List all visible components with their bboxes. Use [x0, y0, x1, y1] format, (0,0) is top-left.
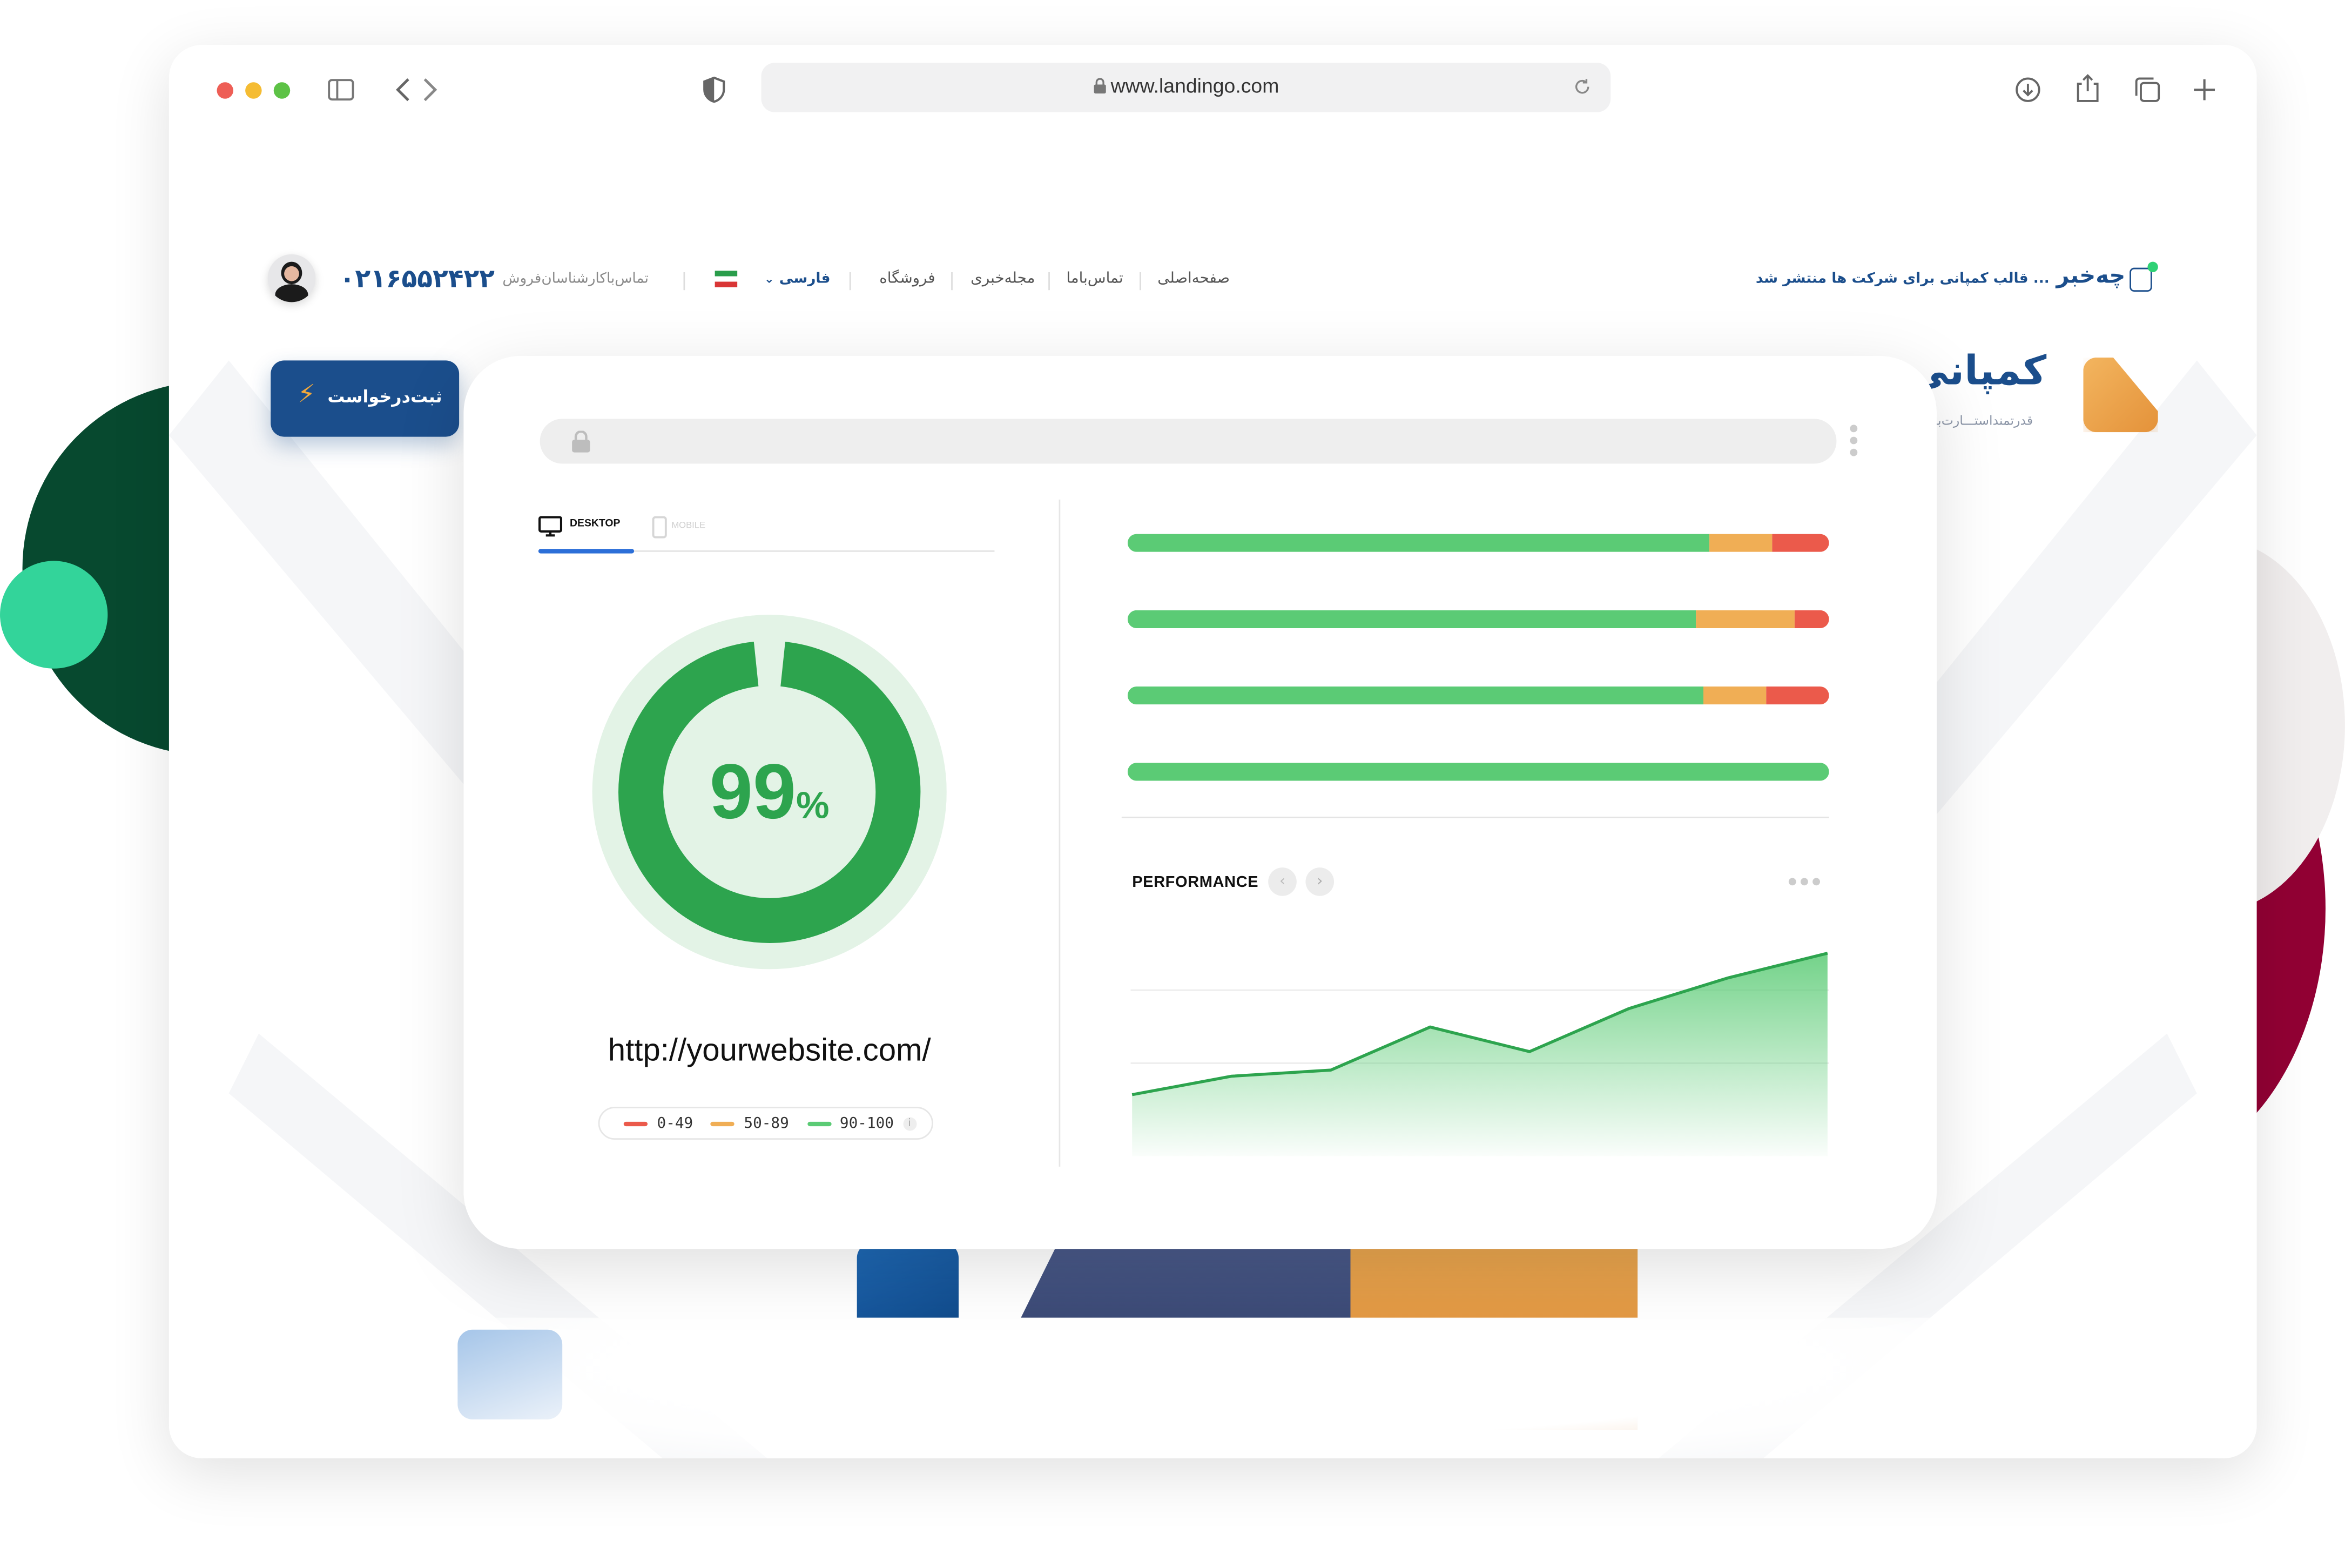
tab-active-indicator — [538, 549, 635, 554]
info-icon[interactable]: i — [902, 1116, 917, 1130]
metric-bar — [1127, 687, 1829, 705]
score-unit: % — [796, 785, 830, 827]
nav-link-shop[interactable]: فروشگاه — [879, 271, 935, 287]
metric-bar-orange-segment — [1702, 687, 1766, 705]
chevron-down-icon: ⌄ — [764, 272, 774, 286]
chart-more-icon[interactable] — [1788, 878, 1822, 886]
phone-number[interactable]: ۰۲۱۶۵۵۲۴۲۲ — [340, 265, 495, 294]
metric-bar-green-segment — [1127, 610, 1696, 629]
score-value: 99% — [592, 748, 947, 838]
metric-bar — [1127, 610, 1829, 629]
metric-bar-red-segment — [1773, 534, 1829, 552]
forward-icon[interactable] — [420, 76, 438, 103]
tab-mobile[interactable]: MOBILE — [652, 515, 742, 554]
performance-card: DESKTOP MOBILE 99% http://yourwebsite.co… — [463, 356, 1937, 1249]
chart-prev-button[interactable]: ‹ — [1268, 867, 1297, 896]
language-label: فارسی — [779, 271, 831, 287]
legend-item-high: 90-100 — [807, 1115, 894, 1132]
metric-bar-red-segment — [1766, 687, 1829, 705]
metric-bar-orange-segment — [1709, 534, 1773, 552]
metric-bar-orange-segment — [1695, 610, 1794, 629]
card-divider — [1059, 499, 1061, 1167]
language-selector[interactable]: ⌄ فارسی — [764, 271, 830, 287]
nav-link-magazine[interactable]: مجله‌خبری — [971, 271, 1035, 287]
logo-tagline: قدرتمنداستـــارت‌برز — [1924, 414, 2033, 429]
legend-item-low: 0-49 — [624, 1115, 693, 1132]
url-text: www.landingo.com — [1110, 75, 1279, 97]
metric-bar-green-segment — [1127, 763, 1829, 781]
card-address-bar[interactable] — [540, 419, 1837, 464]
metric-bar-red-segment — [1794, 610, 1829, 629]
lock-icon — [1093, 78, 1106, 94]
desktop-icon — [538, 516, 563, 537]
cta-request-button[interactable]: ثبت‌درخواست ⚡ — [271, 360, 460, 437]
more-vertical-icon[interactable] — [1850, 425, 1858, 457]
shield-icon[interactable] — [703, 76, 725, 103]
lightning-icon: ⚡ — [298, 380, 316, 410]
metric-bar — [1127, 763, 1829, 781]
download-icon[interactable] — [2014, 76, 2041, 103]
reload-icon[interactable] — [1573, 78, 1591, 96]
score-number: 99 — [709, 749, 796, 836]
tab-mobile-label: MOBILE — [671, 522, 706, 531]
news-icon — [2130, 261, 2158, 292]
back-icon[interactable] — [395, 76, 413, 103]
metric-bar — [1127, 534, 1829, 552]
tab-desktop-label: DESKTOP — [570, 519, 621, 530]
window-maximize-button[interactable] — [273, 82, 291, 99]
nav-link-home[interactable]: صفحه‌اصلی — [1157, 271, 1230, 287]
hero-image-sky-left — [457, 1329, 563, 1419]
score-legend: 0-49 50-89 90-100 i — [598, 1107, 933, 1140]
performance-chart — [1130, 952, 1829, 1156]
news-label: چه‌خبر — [2056, 261, 2126, 289]
metric-bar-green-segment — [1127, 687, 1703, 705]
share-icon[interactable] — [2076, 73, 2100, 103]
cta-label: ثبت‌درخواست — [327, 386, 442, 407]
tabs-overview-icon[interactable] — [2134, 76, 2161, 103]
metric-bar-green-segment — [1127, 534, 1710, 552]
window-minimize-button[interactable] — [245, 82, 262, 99]
lock-icon — [572, 430, 590, 453]
tab-desktop[interactable]: DESKTOP — [538, 515, 634, 554]
iran-flag-icon — [715, 271, 738, 287]
website-url[interactable]: http://yourwebsite.com/ — [538, 1033, 1001, 1069]
contact-sales-label: تماس‌باکارشناسان‌فروش — [502, 271, 649, 287]
nav-link-contact[interactable]: تماس‌باما — [1066, 271, 1123, 287]
news-ticker-text[interactable]: قالب کمپانی برای شرکت ها منتشر شد ... — [1756, 271, 2050, 287]
deco-mint-circle — [0, 561, 108, 669]
browser-toolbar: www.landingo.com — [169, 45, 2257, 138]
avatar[interactable] — [267, 254, 316, 302]
chart-next-button[interactable]: › — [1305, 867, 1335, 896]
sidebar-icon[interactable] — [327, 78, 354, 102]
website-content: ۰۲۱۶۵۵۲۴۲۲ تماس‌باکارشناسان‌فروش ⌄ فارسی… — [169, 136, 2257, 1458]
address-bar[interactable]: www.landingo.com — [761, 63, 1611, 112]
bars-divider — [1121, 816, 1829, 818]
performance-title: PERFORMANCE — [1132, 873, 1259, 892]
new-tab-icon[interactable] — [2193, 78, 2216, 102]
performance-area — [1132, 953, 1828, 1156]
hero-image-clouds — [468, 1317, 1964, 1458]
mobile-icon — [652, 516, 667, 539]
legend-item-mid: 50-89 — [711, 1115, 789, 1132]
browser-window: www.landingo.com — [169, 45, 2257, 1458]
window-close-button[interactable] — [217, 82, 233, 99]
